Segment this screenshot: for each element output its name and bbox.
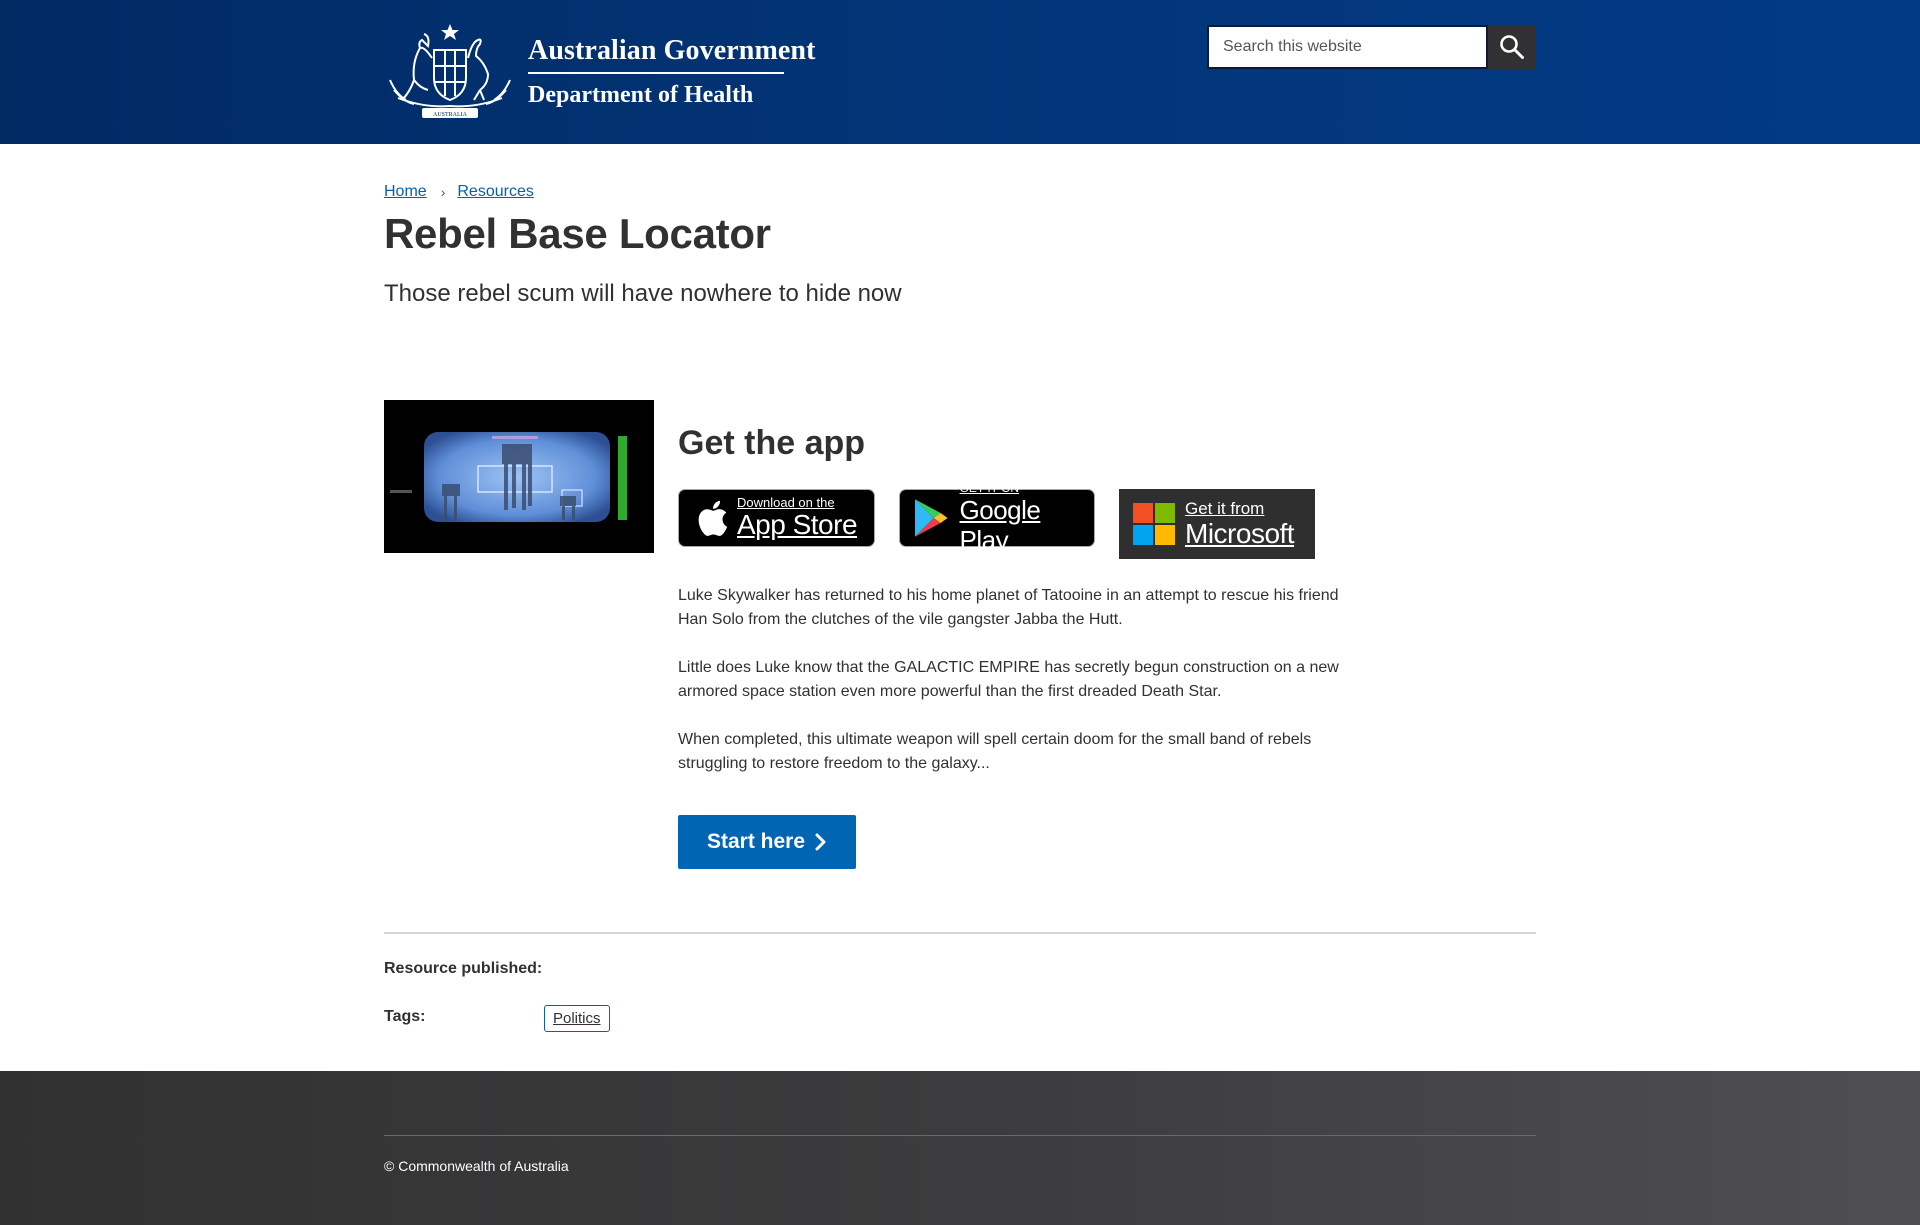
chevron-right-icon: ›	[440, 184, 446, 200]
google-play-icon	[914, 499, 948, 537]
microsoft-badge-small: Get it from	[1185, 499, 1265, 518]
site-search	[1207, 25, 1536, 69]
app-preview-graphic	[384, 400, 654, 553]
copyright-notice: © Commonwealth of Australia	[384, 1158, 569, 1174]
microsoft-badge-big: Microsoft	[1185, 518, 1295, 549]
content-divider	[384, 932, 1536, 934]
coat-of-arms-logo: AUSTRALIA	[389, 24, 511, 118]
site-footer: © Commonwealth of Australia	[0, 1071, 1920, 1225]
app-preview-image	[384, 400, 654, 553]
microsoft-logo-icon	[1133, 503, 1175, 545]
google-play-badge-link[interactable]: GET IT ON Google Play	[899, 481, 1095, 555]
page-lede: Those rebel scum will have nowhere to hi…	[384, 280, 902, 307]
google-play-badge-big: Google Play	[959, 495, 1041, 555]
app-store-badge-big: App Store	[737, 509, 858, 540]
start-here-button[interactable]: Start here	[678, 815, 856, 869]
brand-text: Australian Government Department of Heal…	[528, 34, 816, 110]
body-paragraph: When completed, this ultimate weapon wil…	[678, 731, 1312, 772]
breadcrumb: Home › Resources	[384, 183, 534, 201]
microsoft-badge-text: Get it from Microsoft	[1185, 499, 1295, 549]
search-button[interactable]	[1488, 25, 1536, 69]
body-paragraph: Little does Luke know that the GALACTIC …	[678, 659, 1339, 700]
apple-icon	[698, 500, 728, 536]
app-store-badge-link[interactable]: Download on the App Store	[678, 489, 875, 547]
search-icon	[1500, 35, 1524, 59]
footer-divider	[384, 1135, 1536, 1136]
breadcrumb-home-link[interactable]: Home	[384, 183, 427, 201]
search-input[interactable]	[1207, 25, 1488, 69]
svg-text:AUSTRALIA: AUSTRALIA	[433, 112, 468, 118]
breadcrumb-resources-link[interactable]: Resources	[457, 183, 533, 201]
resource-published-label: Resource published:	[384, 960, 543, 977]
chevron-right-icon	[815, 833, 826, 851]
google-play-badge-small: GET IT ON	[959, 481, 1020, 495]
brand-government-name: Australian Government	[528, 35, 816, 66]
government-brand[interactable]: AUSTRALIA Australian Government Departme…	[384, 22, 816, 122]
page-title: Rebel Base Locator	[384, 210, 771, 257]
brand-divider	[528, 72, 784, 74]
microsoft-store-badge-link[interactable]: Get it from Microsoft	[1119, 489, 1315, 559]
app-store-badge-text: Download on the App Store	[737, 495, 858, 540]
tags-label: Tags:	[384, 1008, 426, 1025]
start-here-label: Start here	[706, 830, 806, 853]
app-store-badge-small: Download on the	[737, 495, 835, 510]
tag-politics[interactable]: Politics	[544, 1005, 610, 1032]
body-paragraph: Luke Skywalker has returned to his home …	[678, 587, 1339, 628]
google-play-badge-text: GET IT ON Google Play	[960, 481, 1094, 555]
brand-department-name: Department of Health	[528, 82, 754, 108]
get-the-app-heading: Get the app	[678, 424, 866, 462]
site-header: AUSTRALIA Australian Government Departme…	[0, 0, 1920, 144]
